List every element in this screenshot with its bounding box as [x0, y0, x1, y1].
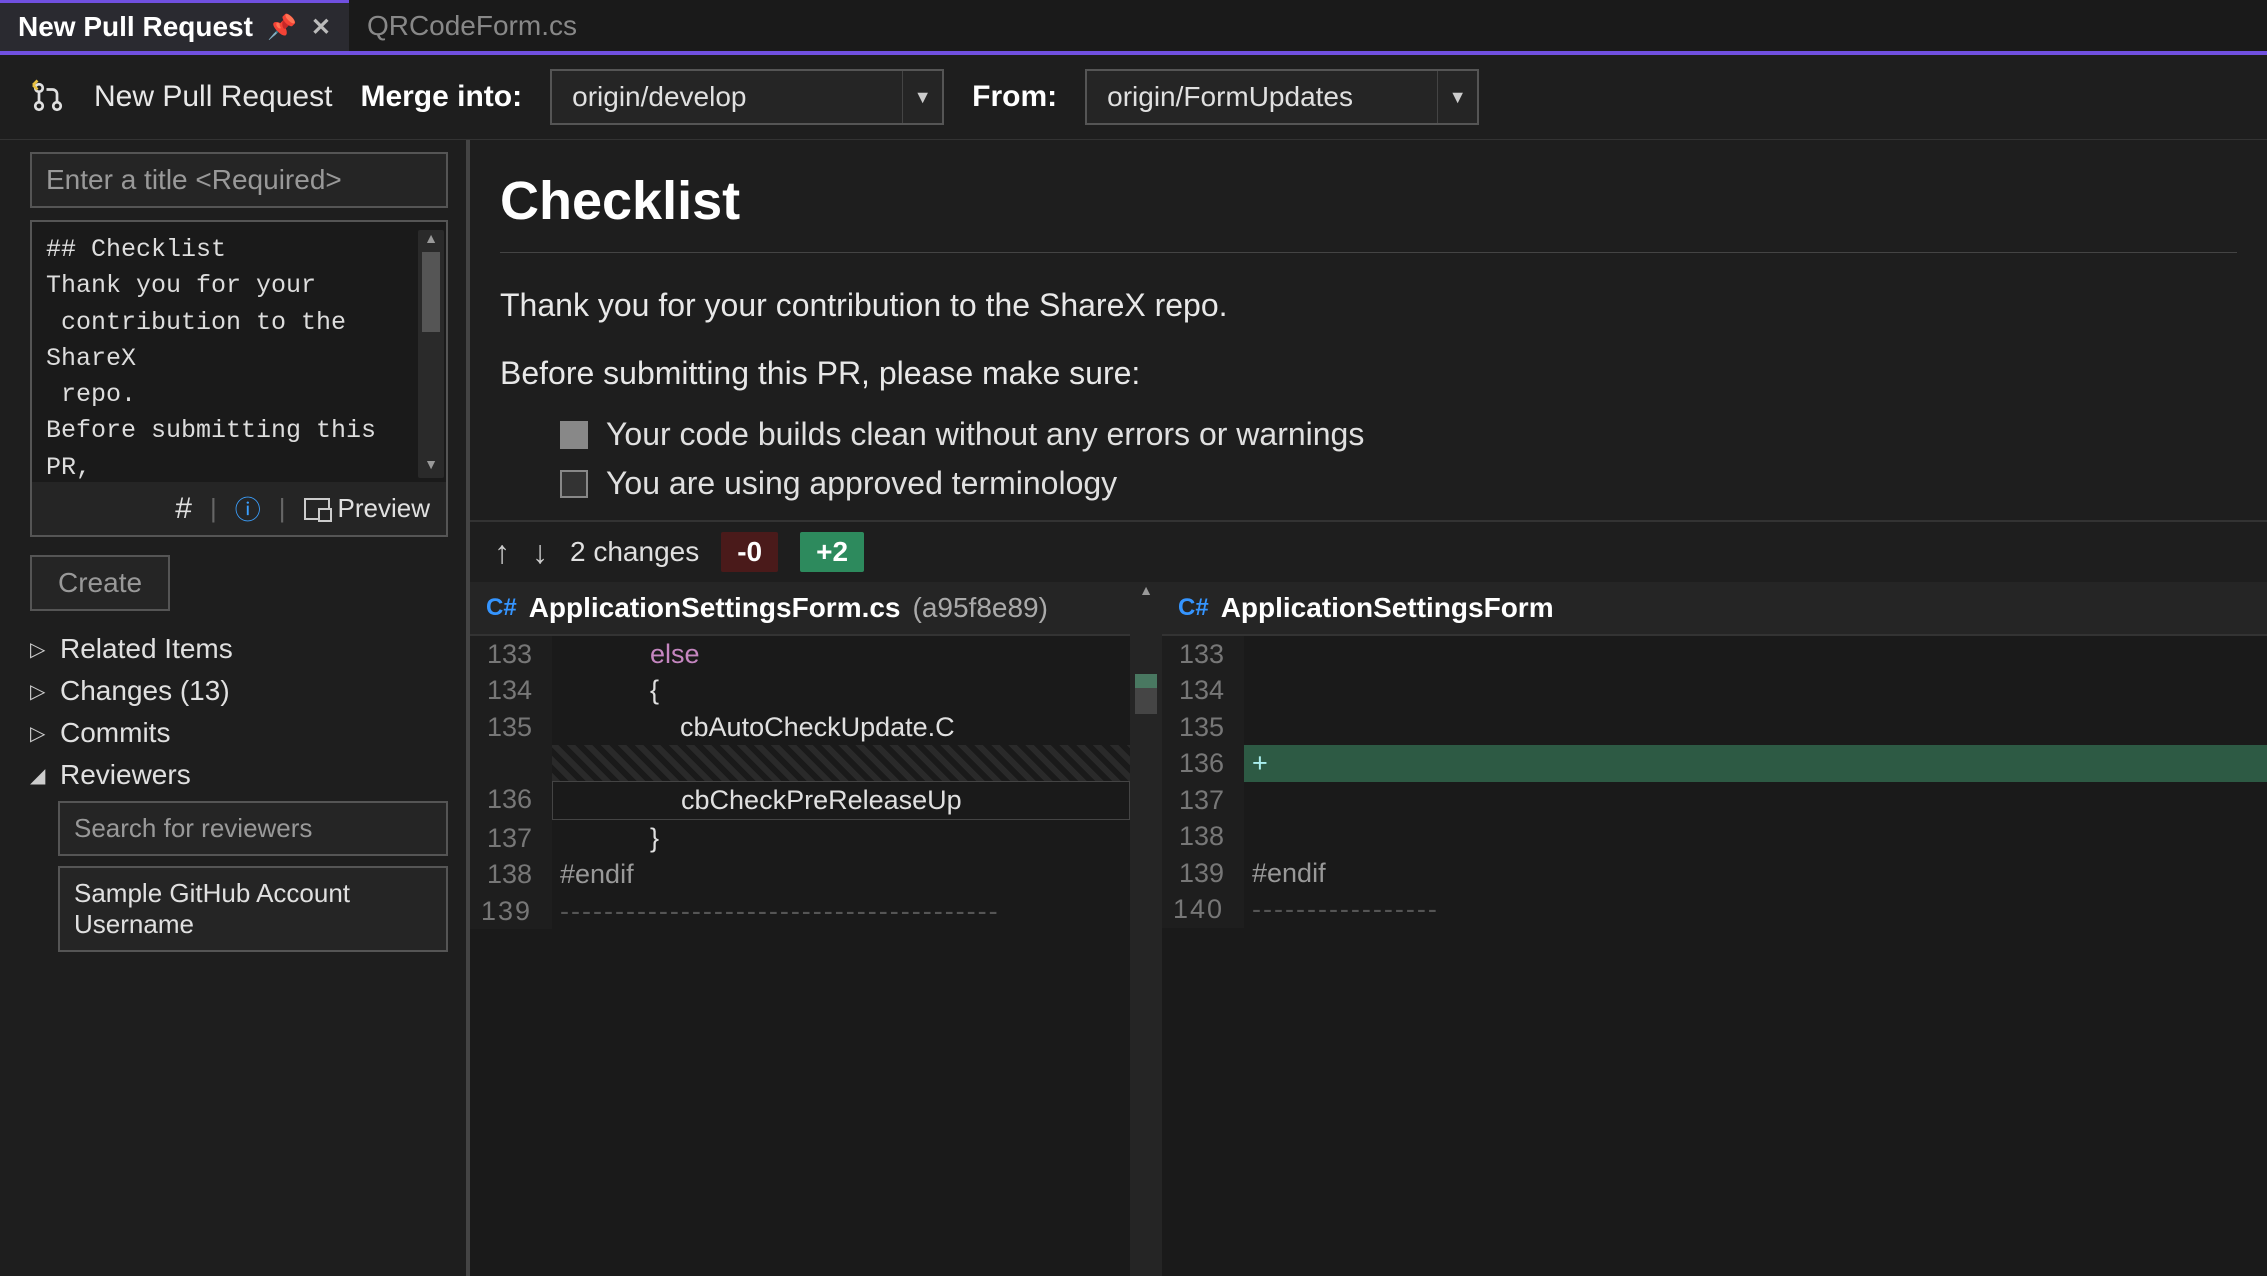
chevron-down-icon[interactable]: ▼ — [902, 71, 942, 123]
tab-bar: New Pull Request 📌 ✕ QRCodeForm.cs — [0, 0, 2267, 55]
code-editor-right[interactable]: 133134135136137138139#endif140----------… — [1162, 636, 2267, 1276]
diff-right-pane: C# ApplicationSettingsForm 1331341351361… — [1162, 582, 2267, 1276]
additions-badge: +2 — [800, 532, 864, 572]
merge-into-label: Merge into: — [360, 80, 522, 114]
tree-label: Reviewers — [60, 759, 191, 791]
right-pane: Checklist Thank you for your contributio… — [470, 140, 2267, 1276]
scroll-up-icon[interactable]: ▲ — [1130, 582, 1162, 598]
sidebar-tree: ▷ Related Items ▷ Changes (13) ▷ Commits… — [30, 633, 448, 952]
diff-toolbar: ↑ ↓ 2 changes -0 +2 — [470, 520, 2267, 582]
checklist-item: You are using approved terminology — [560, 465, 2237, 502]
next-change-icon[interactable]: ↓ — [532, 534, 548, 571]
chevron-down-icon[interactable]: ▼ — [1437, 71, 1477, 123]
caret-right-icon: ▷ — [30, 679, 50, 704]
tree-label: Related Items — [60, 633, 233, 665]
merge-into-dropdown[interactable]: origin/develop ▼ — [550, 69, 944, 125]
diff-left-pane: C# ApplicationSettingsForm.cs (a95f8e89)… — [470, 582, 1130, 1276]
preview-label: Preview — [338, 493, 430, 524]
diff-filename: ApplicationSettingsForm — [1221, 592, 1554, 624]
tree-commits[interactable]: ▷ Commits — [30, 717, 448, 749]
scroll-up-icon[interactable]: ▲ — [418, 230, 444, 252]
prev-change-icon[interactable]: ↑ — [494, 534, 510, 571]
deletions-badge: -0 — [721, 532, 778, 572]
pin-icon[interactable]: 📌 — [267, 13, 297, 42]
preview-toggle[interactable]: Preview — [304, 493, 430, 524]
reviewer-entry[interactable]: Sample GitHub Account Username — [58, 866, 448, 952]
from-dropdown[interactable]: origin/FormUpdates ▼ — [1085, 69, 1479, 125]
csharp-icon: C# — [486, 594, 517, 622]
from-value: origin/FormUpdates — [1087, 81, 1437, 113]
scroll-down-icon[interactable]: ▼ — [418, 456, 444, 478]
tree-changes[interactable]: ▷ Changes (13) — [30, 675, 448, 707]
checklist-text: Your code builds clean without any error… — [606, 416, 1364, 453]
diff-file-header[interactable]: C# ApplicationSettingsForm.cs (a95f8e89) — [470, 582, 1130, 636]
changes-count: 2 changes — [570, 536, 699, 568]
main-content: Enter a title <Required> ## Checklist Th… — [0, 140, 2267, 1276]
pr-title-input[interactable]: Enter a title <Required> — [30, 152, 448, 208]
checklist-item: Your code builds clean without any error… — [560, 416, 2237, 453]
create-button[interactable]: Create — [30, 555, 170, 611]
tab-qrcodeform[interactable]: QRCodeForm.cs — [349, 0, 595, 51]
tree-label: Commits — [60, 717, 170, 749]
separator: | — [210, 493, 217, 524]
hash-icon[interactable]: # — [175, 492, 192, 526]
scroll-thumb[interactable] — [1135, 674, 1157, 714]
tree-reviewers[interactable]: ◢ Reviewers — [30, 759, 448, 791]
checklist-text: You are using approved terminology — [606, 465, 1117, 502]
markdown-preview: Checklist Thank you for your contributio… — [470, 140, 2267, 520]
preview-paragraph: Before submitting this PR, please make s… — [500, 349, 2237, 399]
scroll-thumb[interactable] — [422, 252, 440, 332]
tab-label: New Pull Request — [18, 11, 253, 43]
pr-toolbar: New Pull Request Merge into: origin/deve… — [0, 55, 2267, 140]
pr-description-textarea[interactable]: ## Checklist Thank you for your contribu… — [32, 222, 446, 482]
description-footer: # | ⓘ | Preview — [32, 482, 446, 535]
tree-related-items[interactable]: ▷ Related Items — [30, 633, 448, 665]
tab-new-pr[interactable]: New Pull Request 📌 ✕ — [0, 0, 349, 51]
checkbox-icon[interactable] — [560, 421, 588, 449]
from-label: From: — [972, 80, 1057, 114]
csharp-icon: C# — [1178, 594, 1209, 622]
diff-commit-hash: (a95f8e89) — [913, 592, 1048, 624]
preview-icon — [304, 498, 330, 520]
preview-paragraph: Thank you for your contribution to the S… — [500, 281, 2237, 331]
close-icon[interactable]: ✕ — [311, 13, 331, 42]
code-editor-left[interactable]: 133 else134 {135 cbAutoCheckUpdate.C136 … — [470, 636, 1130, 1276]
info-icon[interactable]: ⓘ — [235, 490, 261, 527]
caret-right-icon: ▷ — [30, 637, 50, 662]
checkbox-icon[interactable] — [560, 470, 588, 498]
scrollbar[interactable]: ▲ — [1130, 582, 1162, 1276]
pr-description-box: ## Checklist Thank you for your contribu… — [30, 220, 448, 537]
reviewer-search-input[interactable]: Search for reviewers — [58, 801, 448, 856]
diff-file-header[interactable]: C# ApplicationSettingsForm — [1162, 582, 2267, 636]
tab-label: QRCodeForm.cs — [367, 10, 577, 42]
caret-right-icon: ▷ — [30, 721, 50, 746]
merge-into-value: origin/develop — [552, 81, 902, 113]
pull-request-icon — [30, 79, 66, 115]
divider — [500, 252, 2237, 253]
scrollbar[interactable]: ▲ ▼ — [418, 230, 444, 478]
diff-filename: ApplicationSettingsForm.cs — [529, 592, 901, 624]
preview-heading: Checklist — [500, 170, 2237, 232]
caret-down-icon: ◢ — [30, 763, 50, 788]
separator: | — [279, 493, 286, 524]
tree-label: Changes (13) — [60, 675, 230, 707]
toolbar-title: New Pull Request — [94, 80, 332, 114]
left-pane: Enter a title <Required> ## Checklist Th… — [0, 140, 470, 1276]
diff-view: C# ApplicationSettingsForm.cs (a95f8e89)… — [470, 582, 2267, 1276]
